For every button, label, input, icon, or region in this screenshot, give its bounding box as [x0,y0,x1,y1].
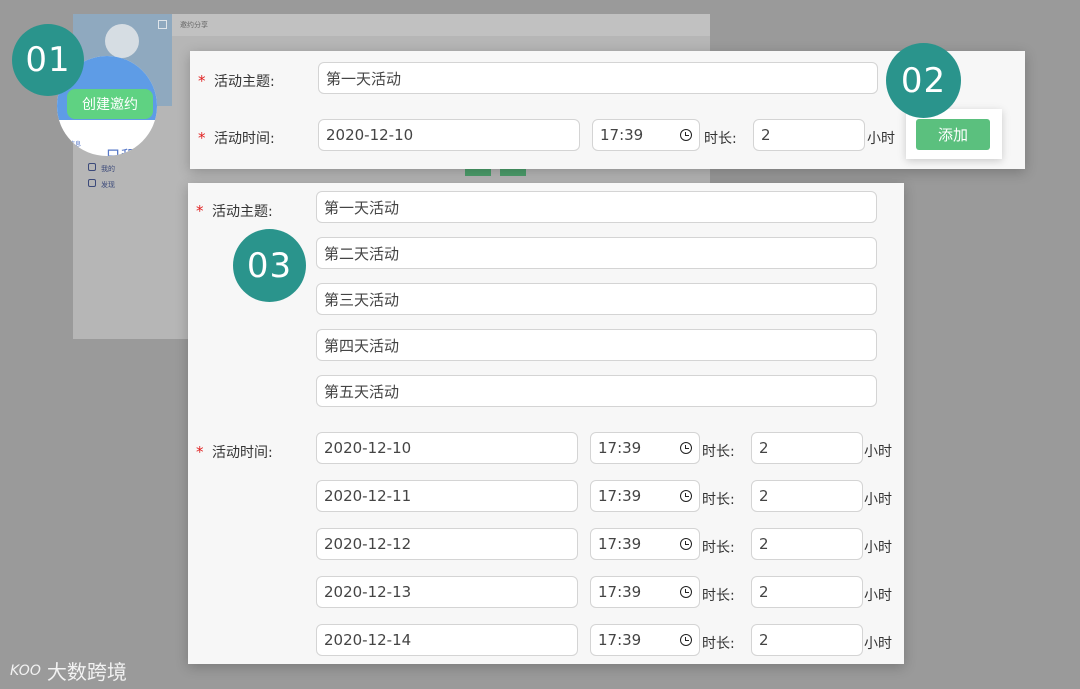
date-input[interactable]: 2020-12-13 [316,576,578,608]
topic-label: 活动主题: [214,74,275,90]
square-icon [88,179,96,187]
unit-label: 小时 [864,492,892,508]
topic-label: 活动主题: [212,204,273,220]
topic-input[interactable]: 第三天活动 [316,283,877,315]
clock-icon[interactable] [680,490,692,502]
background-window-title: 邀约分享 [180,21,208,29]
date-input[interactable]: 2020-12-12 [316,528,578,560]
duration-input[interactable]: 2 [751,480,863,512]
duration-label: 时长: [702,492,735,508]
duration-input[interactable]: 2 [753,119,865,151]
clock-icon[interactable] [680,634,692,646]
background-sidebar-item[interactable]: 发现 [101,180,115,190]
time-value: 17:39 [598,535,642,553]
time-input[interactable]: 17:39 [590,432,700,464]
step-badge-01: 01 [12,24,84,96]
time-input[interactable]: 17:39 [590,576,700,608]
duration-input[interactable]: 2 [751,624,863,656]
background-sidebar-item[interactable]: 我的 [101,164,115,174]
watermark-logo: KOO [10,662,41,679]
time-input[interactable]: 17:39 [590,480,700,512]
duration-input[interactable]: 2 [751,528,863,560]
step-badge-03: 03 [233,229,306,302]
zoom-schedule-label: 日程 [105,143,137,156]
time-input[interactable]: 17:39 [592,119,700,151]
time-input[interactable]: 17:39 [590,624,700,656]
topic-input[interactable]: 第一天活动 [316,191,877,223]
time-value: 17:39 [598,631,642,649]
duration-input[interactable]: 2 [751,432,863,464]
unit-label: 小时 [864,636,892,652]
duration-input[interactable]: 2 [751,576,863,608]
required-mark: * [198,72,206,90]
unit-label: 小时 [864,588,892,604]
step-badge-02: 02 [886,43,961,118]
unit-label: 小时 [867,131,895,147]
date-input[interactable]: 2020-12-10 [318,119,580,151]
time-label: 活动时间: [212,445,273,461]
duration-label: 时长: [702,588,735,604]
topic-input[interactable]: 第五天活动 [316,375,877,407]
watermark-text: 大数跨境 [46,660,127,684]
time-input[interactable]: 17:39 [590,528,700,560]
background-qr-icon [158,20,167,29]
watermark: KOO 大数跨境 [10,656,127,685]
create-invitation-button[interactable]: 创建邀约 [67,89,153,119]
date-input[interactable]: 2020-12-14 [316,624,578,656]
date-input[interactable]: 2020-12-11 [316,480,578,512]
clock-icon[interactable] [680,586,692,598]
time-value: 17:39 [600,126,644,144]
clock-icon[interactable] [680,442,692,454]
time-label: 活动时间: [214,131,275,147]
clock-icon[interactable] [680,538,692,550]
duration-label: 时长: [702,444,735,460]
duration-label: 时长: [702,540,735,556]
required-mark: * [196,443,204,461]
unit-label: 小时 [864,540,892,556]
time-value: 17:39 [598,583,642,601]
zoom-small-label: 邀约信息 [57,141,82,148]
background-titlebar [172,14,710,36]
user-icon [88,163,96,171]
duration-label: 时长: [702,636,735,652]
time-value: 17:39 [598,487,642,505]
background-button [465,169,491,176]
unit-label: 小时 [864,444,892,460]
topic-input[interactable]: 第二天活动 [316,237,877,269]
background-logo-icon [105,24,139,58]
duration-label: 时长: [704,131,737,147]
required-mark: * [196,202,204,220]
topic-input[interactable]: 第四天活动 [316,329,877,361]
topic-input[interactable]: 第一天活动 [318,62,878,94]
required-mark: * [198,129,206,147]
add-button[interactable]: 添加 [916,119,990,150]
clock-icon[interactable] [680,129,692,141]
time-value: 17:39 [598,439,642,457]
date-input[interactable]: 2020-12-10 [316,432,578,464]
background-button [500,169,526,176]
